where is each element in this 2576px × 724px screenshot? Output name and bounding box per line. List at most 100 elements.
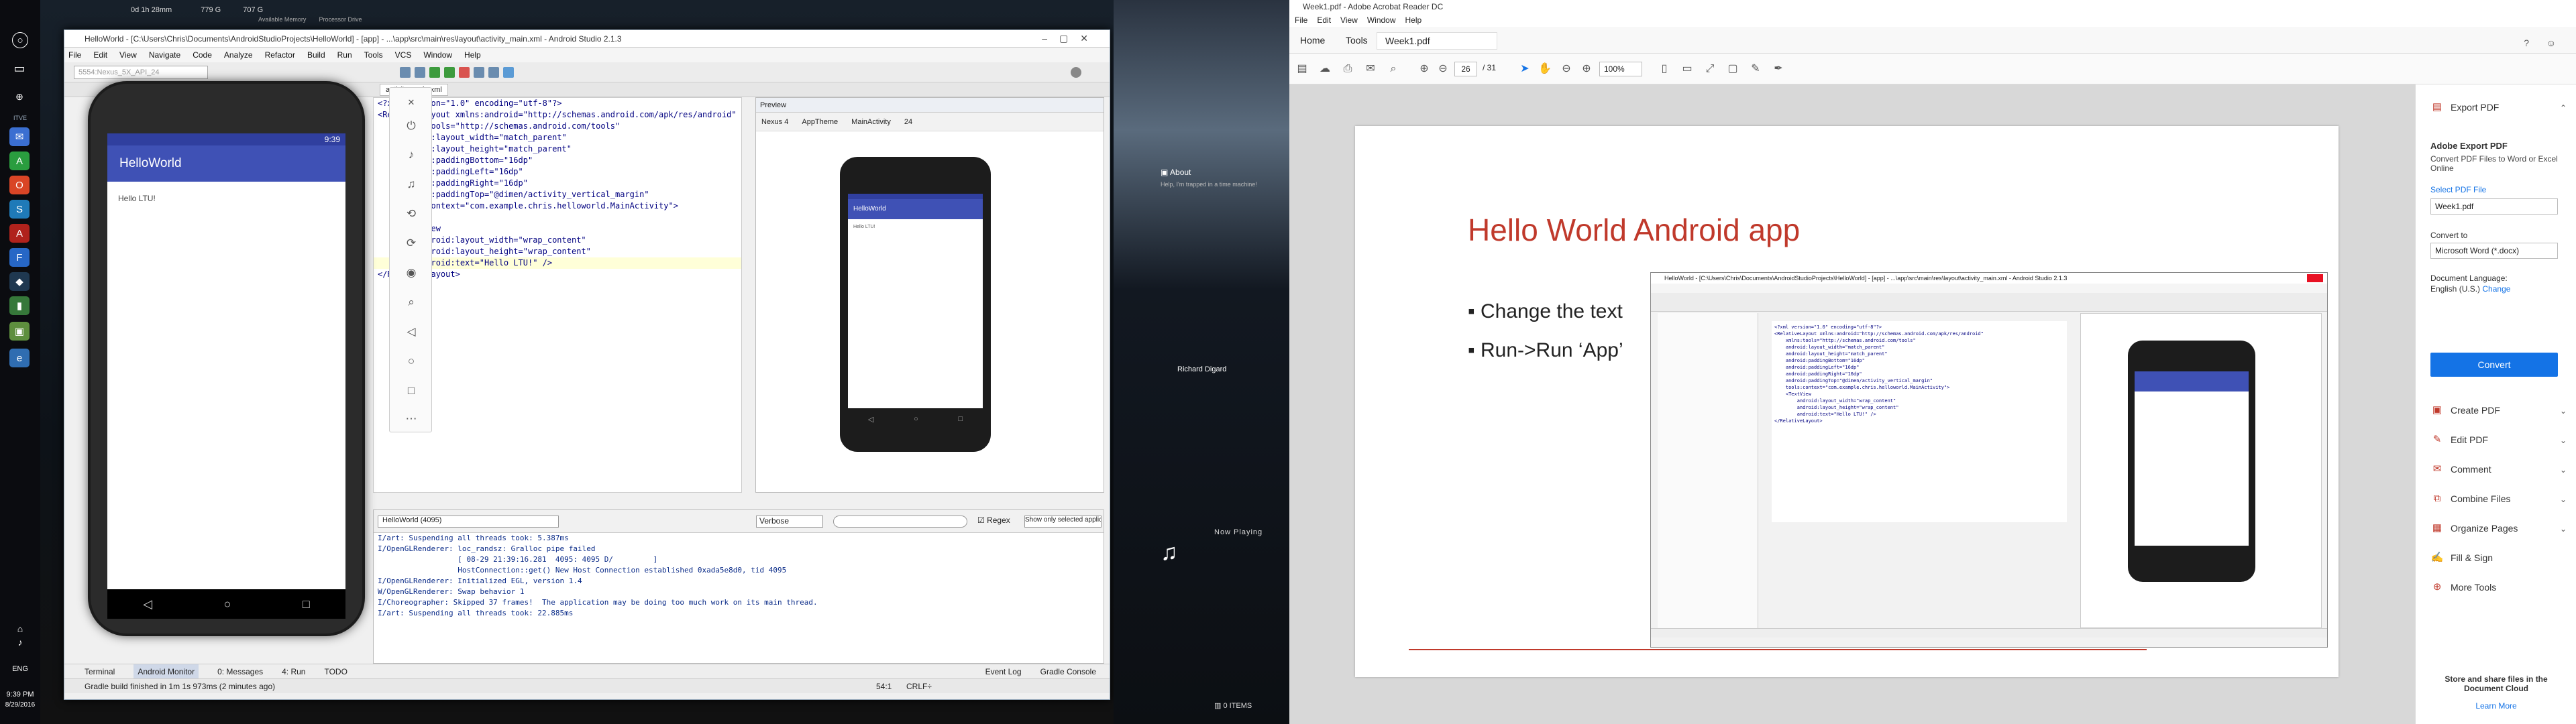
clock-date[interactable]: 8/29/2016	[1, 700, 39, 711]
print-icon[interactable]: ⎙	[1340, 62, 1355, 76]
tab-tools[interactable]: Tools	[1338, 32, 1376, 48]
hand-icon[interactable]: ✋	[1538, 62, 1552, 76]
clock-time[interactable]: 9:39 PM	[1, 689, 39, 700]
acro-menu-view[interactable]: View	[1340, 13, 1358, 27]
back-icon[interactable]: ◁	[403, 324, 419, 340]
rotate-right-icon[interactable]: ⟳	[403, 235, 419, 251]
sdk-manager-icon[interactable]	[488, 67, 499, 78]
home-icon[interactable]: ○	[403, 353, 419, 369]
tool-item[interactable]: Comment	[2451, 464, 2491, 475]
expand-chevron-icon[interactable]: ⌄	[2560, 524, 2567, 534]
expand-chevron-icon[interactable]: ⌄	[2560, 406, 2567, 416]
menu-edit[interactable]: Edit	[93, 48, 107, 62]
page-down-icon[interactable]: ⊖	[1436, 62, 1450, 76]
acro-menu-file[interactable]: File	[1295, 13, 1307, 27]
build-icon[interactable]	[415, 67, 425, 78]
overview-icon[interactable]: □	[403, 383, 419, 399]
menu-view[interactable]: View	[119, 48, 137, 62]
document-area[interactable]: Hello World Android app ▪ Change the tex…	[1289, 84, 2415, 724]
logcat-search-input[interactable]	[833, 516, 967, 528]
rotate-left-icon[interactable]: ⟲	[403, 206, 419, 222]
run-icon[interactable]	[429, 67, 440, 78]
start-icon[interactable]: ○	[12, 32, 28, 48]
device-tab[interactable]: 5554:Nexus_5X_API_24	[74, 66, 208, 79]
filter-select[interactable]: Show only selected application	[1024, 516, 1102, 528]
menu-refactor[interactable]: Refactor	[265, 48, 295, 62]
tab-home[interactable]: Home	[1292, 32, 1333, 48]
help-icon[interactable]: ?	[2524, 38, 2529, 48]
sign-icon[interactable]: ✒	[1771, 62, 1786, 76]
full-screen-icon[interactable]: ⤢	[1703, 62, 1717, 76]
store-icon[interactable]: ▣	[9, 322, 30, 341]
firefox-icon[interactable]: F	[9, 248, 30, 267]
help-icon[interactable]	[503, 67, 514, 78]
edge-icon[interactable]: e	[9, 349, 30, 367]
acro-menu-edit[interactable]: Edit	[1317, 13, 1331, 27]
learn-more-link[interactable]: Learn More	[2429, 701, 2563, 711]
expand-chevron-icon[interactable]: ⌄	[2560, 495, 2567, 504]
menu-analyze[interactable]: Analyze	[224, 48, 253, 62]
phone-icon[interactable]: ▮	[9, 296, 30, 315]
volume-down-icon[interactable]: ♫	[403, 176, 419, 192]
menu-code[interactable]: Code	[193, 48, 212, 62]
menu-help[interactable]: Help	[464, 48, 481, 62]
change-lang-link[interactable]: Change	[2482, 284, 2510, 294]
page-up-icon[interactable]: ⊕	[1417, 62, 1432, 76]
power-icon[interactable]: ⏻	[403, 118, 419, 134]
convert-button[interactable]: Convert	[2430, 353, 2558, 377]
export-pdf-header[interactable]: Export PDF	[2451, 102, 2499, 113]
format-select[interactable]: Microsoft Word (*.docx)	[2430, 243, 2558, 259]
steam-icon[interactable]: ◆	[9, 272, 30, 291]
expand-chevron-icon[interactable]: ⌄	[2560, 465, 2567, 475]
tool-item[interactable]: Combine Files	[2451, 493, 2510, 504]
tool-item[interactable]: Organize Pages	[2451, 523, 2518, 534]
tool-item[interactable]: Edit PDF	[2451, 434, 2488, 445]
collapse-chevron-icon[interactable]: ⌃	[2560, 103, 2567, 113]
volume-up-icon[interactable]: ♪	[403, 147, 419, 163]
menu-build[interactable]: Build	[307, 48, 325, 62]
tool-item[interactable]: Fill & Sign	[2451, 552, 2493, 563]
skype-icon[interactable]: S	[9, 200, 30, 219]
search-icon[interactable]: ⌕	[1386, 62, 1401, 76]
file-name-field[interactable]: Week1.pdf	[2430, 198, 2558, 215]
tab-terminal[interactable]: Terminal	[85, 664, 115, 678]
tab-android-monitor[interactable]: Android Monitor	[133, 664, 199, 678]
music-note-icon[interactable]: ♫	[1161, 540, 1178, 566]
recents-icon[interactable]: □	[303, 597, 310, 611]
tab-todo[interactable]: TODO	[324, 664, 347, 678]
acro-menu-window[interactable]: Window	[1367, 13, 1396, 27]
window-controls[interactable]: –▢✕	[1042, 33, 1100, 44]
user-icon[interactable]: ☺	[2546, 38, 2556, 48]
tab-document[interactable]: Week1.pdf	[1377, 32, 1497, 50]
acrobat-icon[interactable]: A	[9, 224, 30, 243]
zoom-icon[interactable]: ⌕	[403, 294, 419, 310]
tool-item[interactable]: Create PDF	[2451, 405, 2500, 416]
tab-gradle-console[interactable]: Gradle Console	[1040, 664, 1096, 678]
select-icon[interactable]: ➤	[1517, 62, 1532, 76]
upload-icon[interactable]: ☁	[1318, 62, 1332, 76]
zoom-select[interactable]: 100%	[1599, 62, 1642, 76]
search-icon[interactable]	[1071, 67, 1081, 78]
regex-checkbox[interactable]: ☑ Regex	[977, 516, 1010, 525]
task-view-icon[interactable]: ▭	[9, 59, 30, 78]
comment-icon[interactable]: ▢	[1725, 62, 1740, 76]
fit-page-icon[interactable]: ▯	[1657, 62, 1672, 76]
page-number-input[interactable]: 26	[1454, 62, 1477, 76]
tool-item[interactable]: More Tools	[2451, 582, 2496, 593]
mail-icon[interactable]: ✉	[9, 127, 30, 146]
acro-menu-help[interactable]: Help	[1405, 13, 1422, 27]
zoom-out-icon[interactable]: ⊖	[1559, 62, 1574, 76]
highlight-icon[interactable]: ✎	[1748, 62, 1763, 76]
close-icon[interactable]: ✕	[403, 95, 419, 111]
home-icon[interactable]: ○	[224, 597, 231, 611]
menu-file[interactable]: File	[68, 48, 81, 62]
more-icon[interactable]: ⋯	[403, 411, 419, 427]
preview-api[interactable]: 24	[904, 113, 912, 131]
select-pdf-link[interactable]: Select PDF File	[2430, 185, 2486, 194]
tab-messages[interactable]: 0: Messages	[217, 664, 263, 678]
preview-activity[interactable]: MainActivity	[851, 113, 891, 131]
emulator-screen[interactable]: 9:39 HelloWorld Hello LTU!	[107, 133, 345, 589]
log-level-select[interactable]: Verbose	[756, 516, 823, 528]
android-studio-icon[interactable]: A	[9, 152, 30, 170]
preview-theme[interactable]: AppTheme	[802, 113, 838, 131]
